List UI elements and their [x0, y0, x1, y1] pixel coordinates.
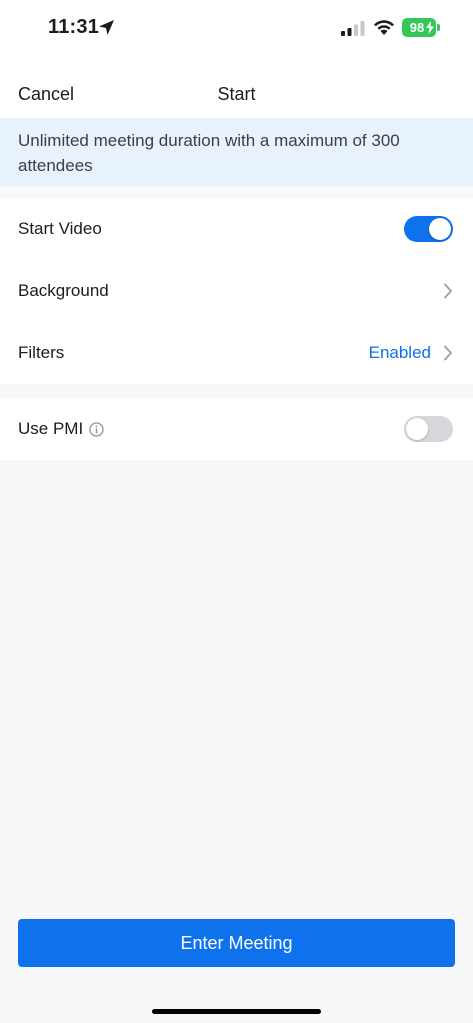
use-pmi-row: Use PMI	[0, 398, 473, 460]
pmi-settings-group: Use PMI	[0, 398, 473, 460]
enter-meeting-button[interactable]: Enter Meeting	[18, 919, 455, 967]
banner-text: Unlimited meeting duration with a maximu…	[18, 131, 400, 175]
status-time: 11:31	[48, 16, 100, 38]
toggle-knob	[406, 418, 428, 440]
battery-indicator: 98	[402, 18, 436, 37]
wifi-icon	[374, 20, 394, 35]
location-arrow-icon	[99, 20, 114, 35]
filters-row[interactable]: Filters Enabled	[0, 322, 473, 384]
charging-bolt-icon	[426, 21, 434, 34]
page-title: Start	[217, 84, 256, 104]
battery-level: 98	[409, 20, 425, 35]
status-bar: 11:31 98	[0, 0, 473, 58]
nav-bar: Cancel Start	[0, 58, 473, 118]
chevron-right-icon	[444, 283, 452, 299]
use-pmi-toggle[interactable]	[404, 416, 453, 442]
start-video-row: Start Video	[0, 198, 473, 260]
chevron-right-icon	[444, 345, 452, 361]
toggle-knob	[429, 218, 451, 240]
filters-label: Filters	[18, 343, 65, 362]
background-label: Background	[18, 281, 109, 300]
filters-status: Enabled	[368, 343, 431, 362]
screen: 11:31 98 Cancel Start Unlimited meeting …	[0, 0, 473, 1023]
info-icon[interactable]	[89, 421, 104, 437]
home-indicator	[152, 1009, 321, 1014]
cellular-signal-icon	[341, 21, 365, 36]
start-video-label: Start Video	[18, 219, 102, 238]
use-pmi-label: Use PMI	[18, 419, 84, 438]
background-row[interactable]: Background	[0, 260, 473, 322]
start-video-toggle[interactable]	[404, 216, 453, 242]
video-settings-group: Start Video Background Filters Enabled	[0, 198, 473, 384]
battery-cap	[437, 24, 440, 31]
info-banner: Unlimited meeting duration with a maximu…	[0, 118, 473, 186]
